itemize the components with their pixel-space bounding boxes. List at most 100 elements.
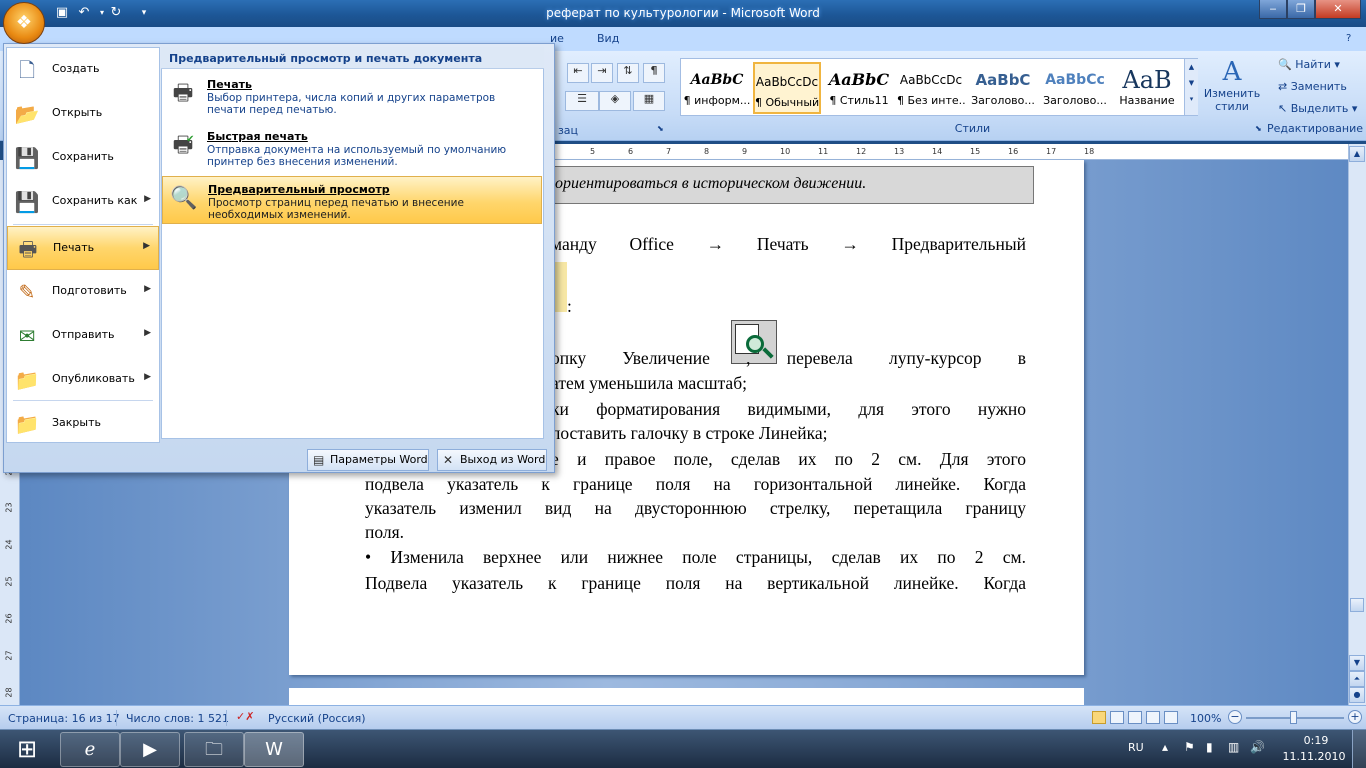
styles-dialog-launcher-icon[interactable]: ⬊	[1255, 124, 1262, 133]
menu-item-close[interactable]: 📁 Закрыть	[7, 402, 159, 446]
styles-gallery: AaBbC ¶ информ... AaBbCcDc ¶ Обычный AaBbC…	[680, 58, 1198, 116]
submenu-arrow-icon: ▶	[143, 241, 150, 251]
select-button[interactable]: ↖ Выделить ▾	[1278, 102, 1357, 115]
zoom-level[interactable]: 100%	[1190, 712, 1221, 725]
ruler-tick-label: 16	[1008, 147, 1019, 156]
draft-icon[interactable]	[1164, 711, 1178, 724]
word-taskbar-icon[interactable]: W	[244, 732, 304, 767]
menu-separator	[13, 400, 153, 401]
redo-icon[interactable]: ↻	[106, 4, 126, 22]
submenu-arrow-icon: ▶	[144, 372, 151, 382]
web-layout-icon[interactable]	[1128, 711, 1142, 724]
vertical-scrollbar[interactable]	[1348, 144, 1366, 705]
exit-word-button[interactable]: ✕ Выход из Word	[437, 449, 547, 471]
zoom-slider-thumb[interactable]	[1290, 711, 1297, 724]
internet-explorer-icon[interactable]: ℯ	[60, 732, 120, 767]
page-count[interactable]: Страница: 16 из 17	[8, 712, 120, 725]
word-options-button[interactable]: ▤ Параметры Word	[307, 449, 429, 471]
volume-icon[interactable]: 🔊	[1250, 740, 1265, 754]
undo-icon[interactable]: ↶	[74, 4, 94, 22]
save-icon[interactable]: ▣	[52, 4, 72, 22]
scroll-up-arrow[interactable]: ▲	[1349, 146, 1365, 162]
exit-icon: ✕	[443, 453, 454, 467]
send-icon: ✉	[18, 324, 36, 348]
explorer-folder-icon[interactable]: 🗀	[184, 732, 244, 767]
previous-page-icon[interactable]: ⏶	[1349, 671, 1365, 687]
start-button[interactable]: ⊞	[4, 730, 50, 768]
options-icon: ▤	[313, 453, 325, 467]
zoom-out-icon[interactable]: −	[1228, 710, 1242, 724]
help-icon[interactable]: ?	[1346, 33, 1360, 45]
change-styles-button[interactable]: A Изменить стили	[1203, 57, 1261, 117]
styles-group-label: Стили	[954, 122, 991, 135]
sort-icon[interactable]: ⇅	[617, 63, 639, 83]
menu-item-open[interactable]: 📂 Открыть	[7, 92, 159, 136]
style-tile[interactable]: AaBbC ¶ информ...	[683, 62, 751, 114]
flag-icon[interactable]: ⚑	[1184, 740, 1195, 754]
submenu-item-print-preview[interactable]: 🔍 Предварительный просмотр Просмотр стра…	[162, 176, 542, 224]
language-indicator[interactable]: Русский (Россия)	[268, 712, 366, 725]
browse-object-icon[interactable]: ●	[1349, 687, 1365, 703]
clock-time[interactable]: 0:19	[1286, 734, 1346, 747]
style-tile[interactable]: AaBbC Заголово...	[969, 62, 1037, 114]
style-tile[interactable]: AaBbCc Заголово...	[1041, 62, 1109, 114]
select-icon: ↖	[1278, 102, 1291, 115]
ruler-tick-label: 12	[856, 147, 867, 156]
save-as-icon: 💾	[14, 190, 40, 214]
decrease-indent-icon[interactable]: ⇤	[567, 63, 589, 83]
battery-icon[interactable]: ▮	[1206, 740, 1213, 754]
ruler-ticks: 5 6 7 8 9 10 11 12 13 14 15 16 17 18	[550, 147, 1094, 159]
menu-item-print[interactable]: 🖶 Печать ▶	[7, 226, 159, 270]
menu-item-publish[interactable]: 📁 Опубликовать ▶	[7, 358, 159, 402]
find-button[interactable]: 🔍 Найти ▾	[1278, 58, 1340, 71]
zoom-in-icon[interactable]: +	[1348, 710, 1362, 724]
outline-icon[interactable]	[1146, 711, 1160, 724]
tab-view[interactable]: Вид	[597, 32, 619, 45]
minimize-button[interactable]: ‒	[1259, 0, 1287, 19]
style-tile[interactable]: AaB Название	[1113, 62, 1181, 114]
ruler-tick-label: 17	[1046, 147, 1057, 156]
submenu-item-print[interactable]: 🖶 Печать Выбор принтера, числа копий и д…	[162, 72, 542, 118]
show-desktop-button[interactable]	[1352, 730, 1366, 768]
full-screen-reading-icon[interactable]	[1110, 711, 1124, 724]
network-icon[interactable]: ▥	[1228, 740, 1239, 754]
doc-line: опку Увеличение , перевела лупу-курсор в	[551, 348, 1026, 368]
increase-indent-icon[interactable]: ⇥	[591, 63, 613, 83]
printer-icon: 🖶	[172, 81, 194, 106]
print-layout-icon[interactable]	[1092, 711, 1106, 724]
shading-icon[interactable]: ◈	[599, 91, 631, 111]
replace-button[interactable]: ⇄ Заменить	[1278, 80, 1347, 93]
menu-item-save-as[interactable]: 💾 Сохранить как ▶	[7, 180, 159, 224]
line-spacing-icon[interactable]: ☰	[565, 91, 599, 111]
menu-item-new[interactable]: 🗋 Создать	[7, 48, 159, 92]
publish-icon: 📁	[14, 368, 40, 392]
gallery-scroll[interactable]: ▲ ▼ ▾	[1184, 59, 1198, 115]
windows-logo-icon: ⊞	[16, 735, 38, 763]
spelling-check-icon[interactable]: ✓✗	[236, 710, 254, 723]
paragraph-dialog-launcher-icon[interactable]: ⬊	[657, 124, 664, 133]
language-tray[interactable]: RU	[1128, 741, 1144, 754]
style-tile[interactable]: AaBbC ¶ Стиль11	[825, 62, 893, 114]
close-button[interactable]: ✕	[1315, 0, 1361, 19]
show-marks-icon[interactable]: ¶	[643, 63, 665, 83]
printer-icon: 🖶	[18, 237, 38, 261]
media-player-icon[interactable]: ▶	[120, 732, 180, 767]
scroll-thumb[interactable]	[1350, 598, 1364, 612]
word-count[interactable]: Число слов: 1 521	[126, 712, 229, 725]
tray-arrow-icon[interactable]: ▴	[1162, 740, 1168, 754]
print-submenu-title: Предварительный просмотр и печать докуме…	[161, 47, 544, 69]
style-tile[interactable]: AaBbCcDc ¶ Без инте...	[897, 62, 965, 114]
restore-button[interactable]: ❐	[1287, 0, 1315, 19]
clock-date[interactable]: 11.11.2010	[1282, 750, 1346, 763]
submenu-item-quick-print[interactable]: 🖶 ✔ Быстрая печать Отправка документа на …	[162, 124, 542, 170]
doc-line: поля.	[365, 522, 405, 542]
menu-item-send[interactable]: ✉ Отправить ▶	[7, 314, 159, 358]
menu-item-prepare[interactable]: ✎ Подготовить ▶	[7, 270, 159, 314]
menu-item-save[interactable]: 💾 Сохранить	[7, 136, 159, 180]
borders-icon[interactable]: ▦	[633, 91, 665, 111]
scroll-down-arrow[interactable]: ▼	[1349, 655, 1365, 671]
customize-qat-icon[interactable]: ▾	[134, 4, 154, 22]
office-button[interactable]: ❖	[3, 2, 45, 44]
style-tile-normal[interactable]: AaBbCcDc ¶ Обычный	[753, 62, 821, 114]
close-folder-icon: 📁	[14, 412, 40, 436]
